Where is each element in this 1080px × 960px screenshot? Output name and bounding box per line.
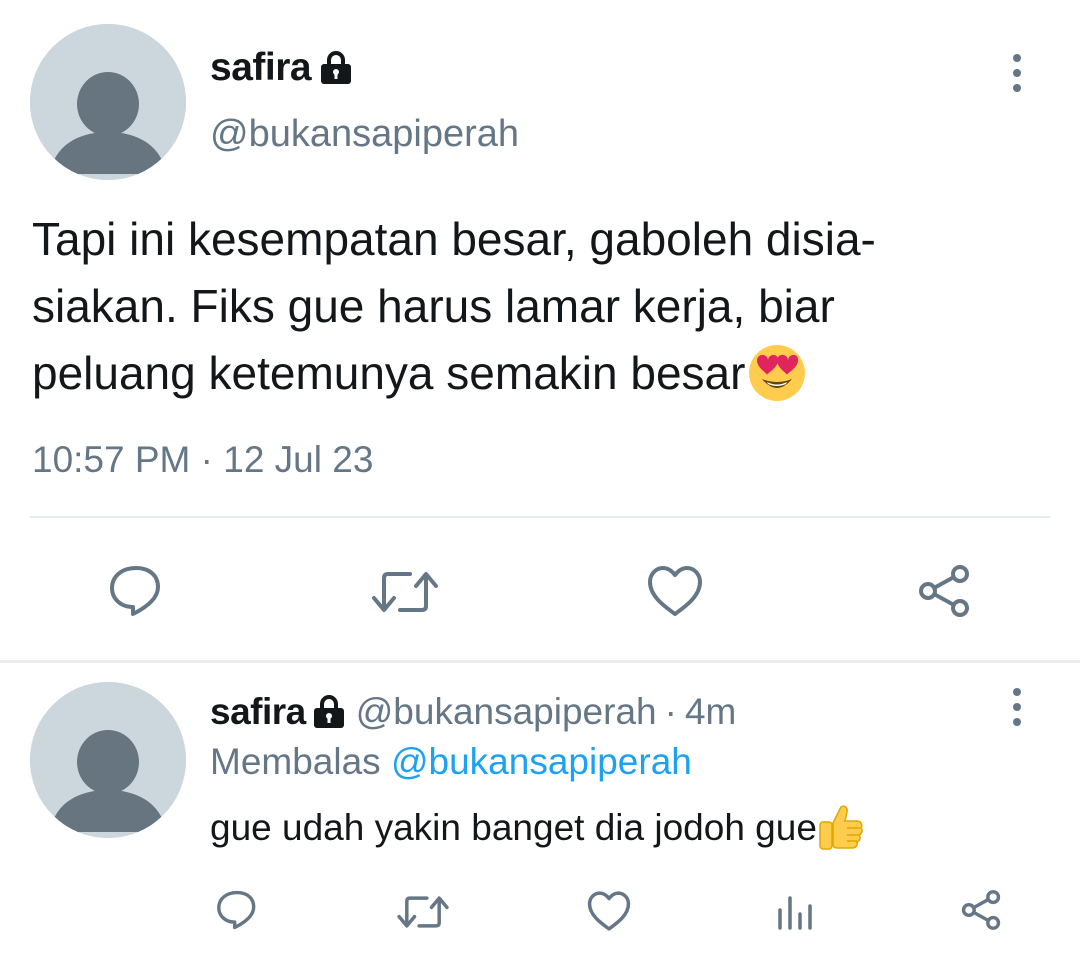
like-icon[interactable] (586, 890, 632, 932)
retweet-icon[interactable] (396, 890, 450, 934)
tweet-text-line: peluang ketemunya semakin besar (32, 340, 1042, 407)
retweet-icon[interactable] (370, 564, 440, 620)
separator-dot: · (664, 691, 677, 732)
reply-author-avatar[interactable] (30, 682, 186, 838)
tweet-text-line: siakan. Fiks gue harus lamar kerja, biar (32, 280, 835, 332)
reply-icon[interactable] (214, 888, 260, 932)
like-icon[interactable] (646, 564, 704, 618)
replying-to-label: Membalas (210, 741, 381, 782)
more-options-icon[interactable] (1006, 54, 1028, 92)
heart-eyes-emoji-icon (749, 344, 806, 401)
divider (0, 660, 1080, 663)
author-name-text: safira (210, 46, 312, 89)
reply-author-handle[interactable]: @bukansapiperah (356, 690, 657, 734)
default-avatar-icon (30, 24, 186, 180)
tweet-timestamp[interactable]: 10:57 PM · 12 Jul 23 (32, 438, 373, 482)
replying-to-handle-link[interactable]: @bukansapiperah (391, 741, 692, 782)
reply-time[interactable]: 4m (685, 690, 736, 734)
tweet-text-line-3: peluang ketemunya semakin besar (32, 347, 746, 399)
lock-icon (321, 51, 352, 84)
tweet-text: Tapi ini kesempatan besar, gaboleh disia… (32, 206, 1042, 407)
share-icon[interactable] (958, 888, 1004, 932)
reply-icon[interactable] (106, 562, 166, 620)
more-options-icon[interactable] (1006, 688, 1028, 726)
thumbs-up-emoji-icon (819, 805, 863, 850)
analytics-icon[interactable] (776, 892, 816, 932)
reply-text: gue udah yakin banget dia jodoh gue (210, 804, 863, 852)
replying-to: Membalas @bukansapiperah (210, 740, 692, 784)
author-avatar[interactable] (30, 24, 186, 180)
default-avatar-icon (30, 682, 186, 838)
author-name[interactable]: safira (210, 48, 353, 88)
tweet-text-line: Tapi ini kesempatan besar, gaboleh disia… (32, 213, 876, 265)
lock-icon (313, 695, 344, 728)
share-icon[interactable] (914, 562, 974, 620)
reply-text-content: gue udah yakin banget dia jodoh gue (210, 807, 817, 848)
divider (30, 516, 1050, 518)
reply-author-name[interactable]: safira (210, 690, 306, 734)
reply-header: safira @bukansapiperah · 4m (210, 690, 736, 734)
author-handle[interactable]: @bukansapiperah (210, 114, 519, 154)
